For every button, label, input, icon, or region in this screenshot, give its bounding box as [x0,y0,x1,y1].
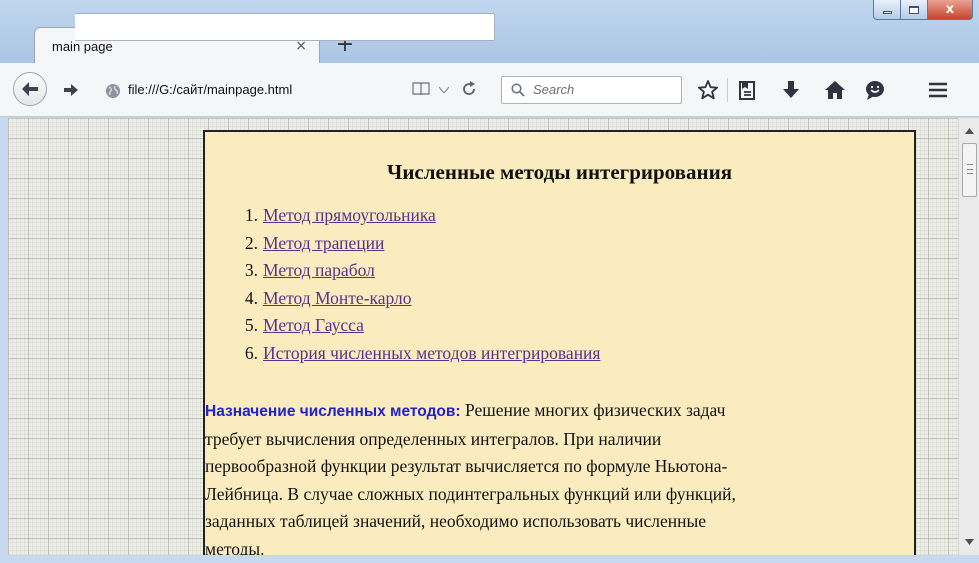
bookmarks-list-icon[interactable] [736,79,758,101]
home-icon[interactable] [824,79,846,101]
list-item: 1. Метод прямоугольника [227,202,600,230]
reader-view-icon[interactable] [412,81,430,97]
minimize-icon [882,11,892,14]
list-item: 5. Метод Гаусса [227,312,600,340]
description-line: требует вычисления определенных интеграл… [205,428,662,449]
description-line: первообразной функции результат вычисляе… [205,456,728,477]
globe-icon [106,84,120,98]
description-paragraph: Назначение численных методов: Решение мн… [205,397,877,555]
window-bottom-border [0,555,979,563]
link-trapezoid-method[interactable]: Метод трапеции [263,230,384,258]
search-input[interactable] [501,76,682,104]
list-item: 6. История численных методов интегрирова… [227,340,601,368]
maximize-button[interactable] [901,0,928,20]
close-window-button[interactable]: x [928,0,973,20]
minimize-button[interactable] [873,0,901,20]
forward-button[interactable] [53,77,89,103]
search-icon [511,83,525,97]
list-item: 2. Метод трапеции [227,230,600,258]
dropdown-arrow-icon[interactable] [439,87,449,93]
description-label: Назначение численных методов: [205,403,461,420]
description-text: Решение многих физических задач [460,400,726,420]
bookmark-star-icon[interactable] [697,79,719,101]
description-line: Лейбница. В случае сложных подинтегральн… [205,483,736,504]
description-line: заданных таблицей значений, необходимо и… [205,511,707,532]
method-list: 1. Метод прямоугольника 2. Метод трапеци… [227,202,601,368]
forward-arrow-icon [64,84,78,96]
list-number: 3. [244,260,258,280]
list-number: 2. [244,232,258,253]
link-gauss-method[interactable]: Метод Гаусса [263,312,364,340]
back-arrow-icon [22,82,38,96]
list-number: 6. [244,342,258,363]
hello-chat-icon[interactable] [864,79,886,101]
link-monte-carlo-method[interactable]: Метод Монте-карло [263,285,412,313]
toolbar-separator [727,78,728,102]
scroll-up-arrow-icon[interactable] [965,128,974,134]
page-viewport: Численные методы интегрирования 1. Метод… [8,118,958,555]
url-bar[interactable] [75,13,495,41]
close-icon: x [945,2,955,17]
link-history[interactable]: История численных методов интегрирования [263,340,600,368]
list-number: 4. [244,287,258,308]
link-parabola-method[interactable]: Метод парабол [263,257,375,285]
hamburger-menu-icon[interactable] [927,79,949,101]
scrollbar-grip [967,164,973,174]
content-box: Численные методы интегрирования 1. Метод… [203,130,916,555]
list-item: 3. Метод парабол [227,257,600,285]
description-line: методы. [205,538,265,555]
window-controls: x [873,0,973,20]
url-text[interactable]: file:///G:/сайт/mainpage.html [128,82,292,97]
search-placeholder: Search [533,82,575,97]
vertical-scrollbar[interactable] [958,118,979,555]
list-number: 1. [244,205,258,225]
reload-icon[interactable] [460,80,478,98]
download-icon[interactable] [780,79,802,101]
link-rectangle-method[interactable]: Метод прямоугольника [263,202,436,230]
scrollbar-thumb[interactable] [962,143,977,197]
maximize-icon [909,5,919,14]
page-title: Численные методы интегрирования [386,160,733,184]
description-line: Назначение численных методов: Решение мн… [205,397,877,426]
list-item: 4. Метод Монте-карло [227,285,600,313]
scroll-down-arrow-icon[interactable] [965,539,974,545]
list-number: 5. [244,315,258,335]
back-button[interactable] [13,72,47,106]
